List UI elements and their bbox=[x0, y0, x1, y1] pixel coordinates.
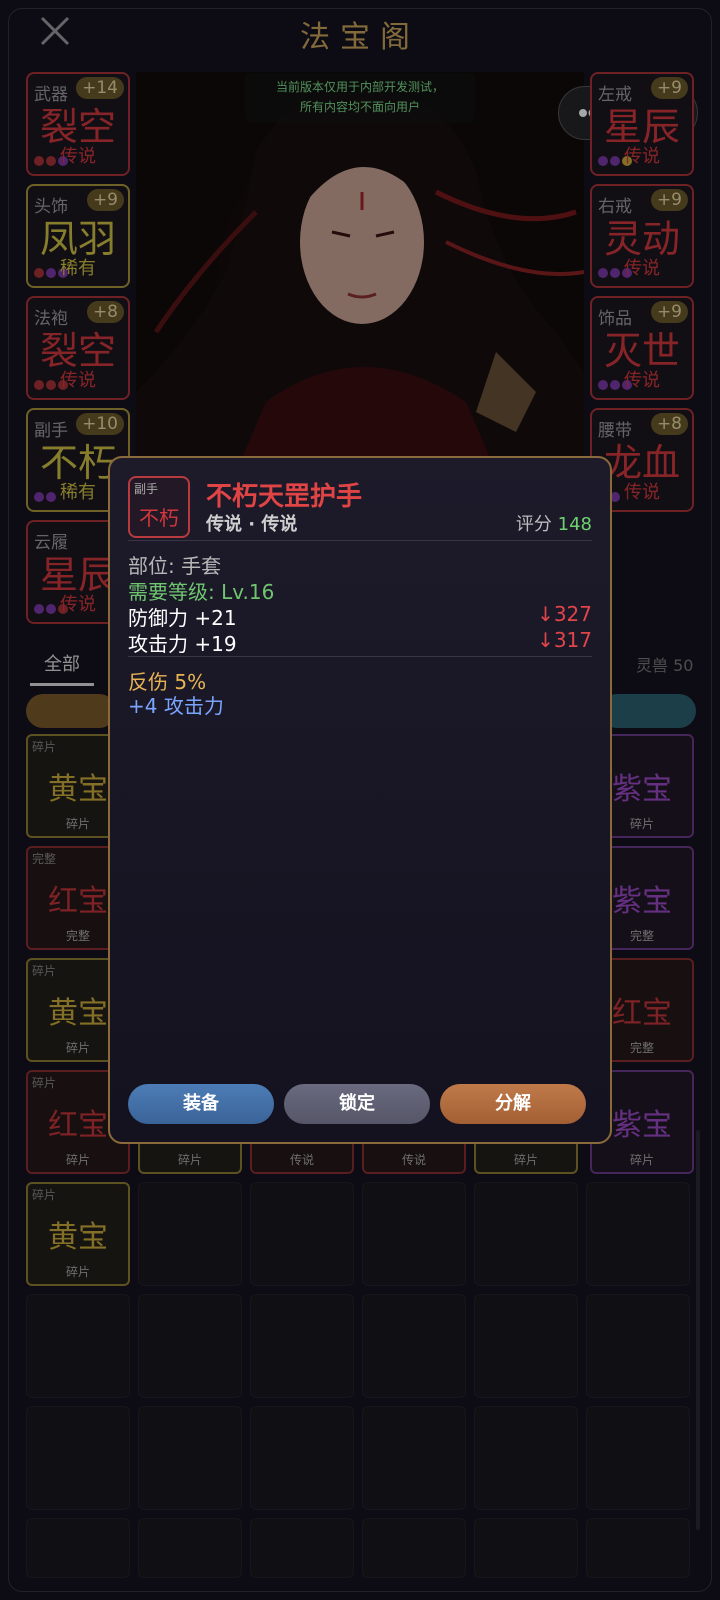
item-score: 评分 148 bbox=[515, 514, 592, 535]
decompose-button[interactable]: 分解 bbox=[440, 1084, 586, 1124]
stat-defense-compare: ↓327 bbox=[537, 602, 592, 626]
divider bbox=[128, 540, 592, 541]
stat-attack: 攻击力 +19 ↓317 bbox=[128, 628, 592, 656]
item-slot-type: 部位: 手套 bbox=[128, 554, 222, 578]
lock-button[interactable]: 锁定 bbox=[284, 1084, 430, 1124]
item-name: 不朽天罡护手 bbox=[206, 482, 363, 512]
stat-defense: 防御力 +21 ↓327 bbox=[128, 602, 592, 630]
item-icon: 副手 不朽 bbox=[128, 476, 190, 538]
stat-bonus: +4 攻击力 bbox=[128, 694, 224, 718]
item-required-level: 需要等级: Lv.16 bbox=[128, 580, 275, 604]
divider bbox=[128, 656, 592, 657]
equip-button[interactable]: 装备 bbox=[128, 1084, 274, 1124]
item-detail-popup: 副手 不朽 不朽天罡护手 传说 · 传说 评分 148 部位: 手套 需要等级:… bbox=[108, 456, 612, 1144]
stat-attack-compare: ↓317 bbox=[537, 628, 592, 652]
item-grade: 传说 · 传说 bbox=[206, 514, 298, 535]
